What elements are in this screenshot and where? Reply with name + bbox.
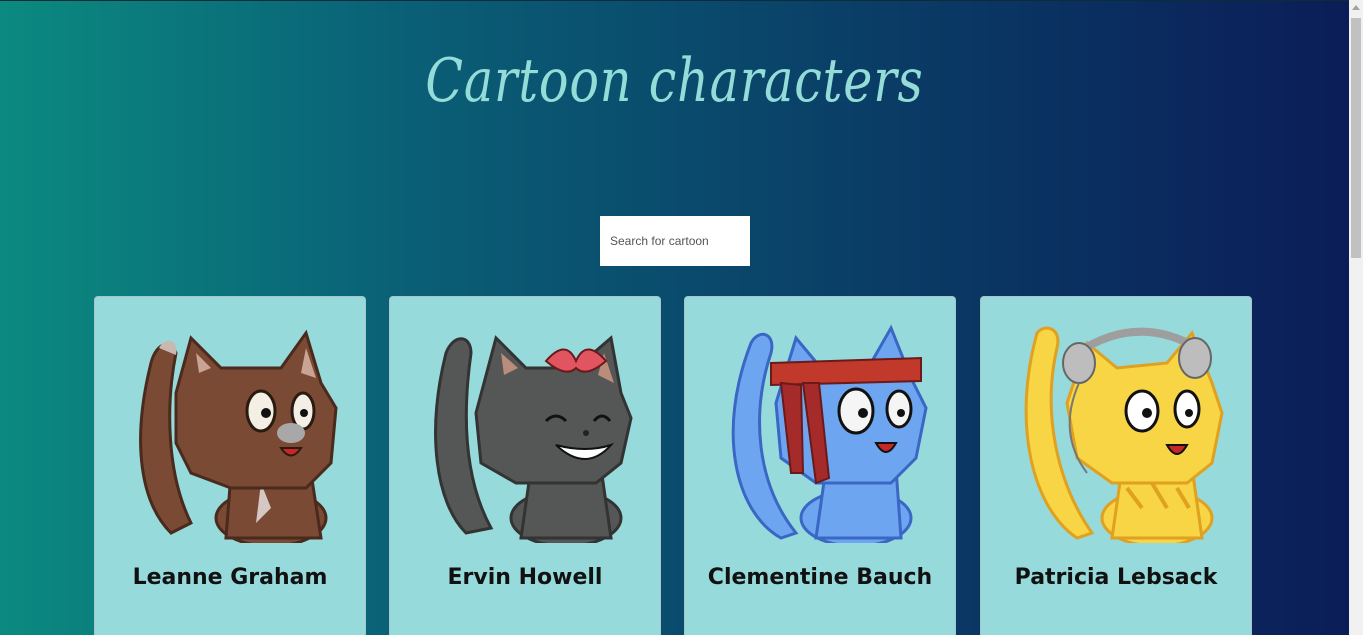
gray-cat-bow-icon (434, 335, 633, 543)
scroll-up-icon[interactable] (1352, 5, 1360, 10)
yellow-cat-headphones-icon (1024, 326, 1224, 543)
search-input[interactable] (600, 216, 750, 266)
card-name: Clementine Bauch (707, 565, 933, 590)
page-title: Cartoon characters (425, 46, 924, 116)
brown-cat-icon (139, 329, 338, 543)
scrollbar-thumb[interactable] (1351, 18, 1361, 258)
vertical-scrollbar[interactable] (1349, 0, 1363, 635)
card-name: Patricia Lebsack (1014, 565, 1218, 590)
character-card[interactable]: Patricia Lebsack (980, 296, 1252, 635)
card-name: Ervin Howell (447, 565, 603, 590)
top-border (0, 0, 1349, 1)
character-card[interactable]: Ervin Howell (389, 296, 661, 635)
blue-cat-headband-icon (731, 324, 928, 543)
character-card[interactable]: Leanne Graham (94, 296, 366, 635)
card-name: Leanne Graham (132, 565, 328, 590)
character-card[interactable]: Clementine Bauch (684, 296, 956, 635)
